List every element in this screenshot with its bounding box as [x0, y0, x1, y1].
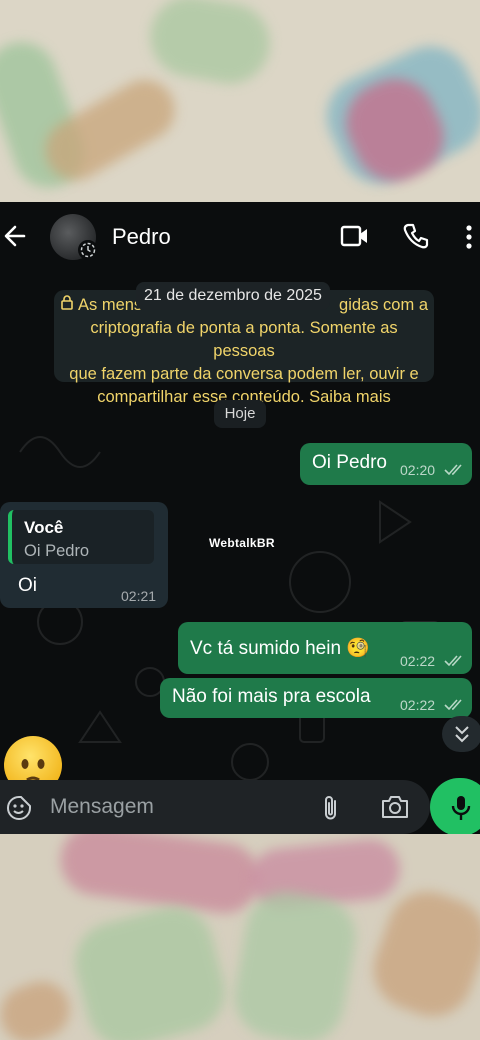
- microphone-icon: [451, 796, 471, 820]
- blurred-background-bottom: [0, 834, 480, 1040]
- paperclip-icon[interactable]: [320, 794, 342, 822]
- message-bubble-outgoing[interactable]: Vc tá sumido hein 🧐 02:22: [178, 622, 472, 674]
- scroll-to-bottom-button[interactable]: [442, 716, 480, 752]
- status-ring-icon: [78, 240, 98, 260]
- arrow-left-icon[interactable]: [2, 222, 28, 250]
- message-bubble-outgoing[interactable]: Não foi mais pra escola 02:22: [160, 678, 472, 718]
- watermark: WebtalkBR: [209, 536, 275, 550]
- message-input[interactable]: Mensagem: [50, 795, 154, 819]
- video-call-icon[interactable]: [340, 224, 370, 248]
- message-bubble-outgoing[interactable]: Oi Pedro 02:20: [300, 443, 472, 485]
- microphone-button[interactable]: [430, 778, 480, 834]
- phone-icon[interactable]: [402, 222, 430, 250]
- message-bubble-incoming[interactable]: Você Oi Pedro Oi 02:21: [0, 502, 168, 608]
- lock-icon: [60, 294, 74, 317]
- double-check-icon: [444, 655, 462, 667]
- date-chip: 21 de dezembro de 2025: [136, 282, 330, 310]
- sticker-icon[interactable]: [6, 795, 32, 821]
- quoted-message[interactable]: Você Oi Pedro: [8, 510, 154, 564]
- contact-name[interactable]: Pedro: [112, 224, 171, 250]
- chevrons-down-icon: [455, 726, 469, 743]
- blurred-background-top: [0, 0, 480, 202]
- message-composer[interactable]: Mensagem: [0, 780, 430, 834]
- more-vert-icon[interactable]: [464, 224, 474, 250]
- double-check-icon: [444, 699, 462, 711]
- today-chip: Hoje: [214, 400, 266, 428]
- double-check-icon: [444, 464, 462, 476]
- camera-icon[interactable]: [380, 794, 410, 820]
- chat-header: Pedro: [0, 202, 480, 270]
- chat-screen: Pedro As mens gidas com a criptografia d…: [0, 202, 480, 834]
